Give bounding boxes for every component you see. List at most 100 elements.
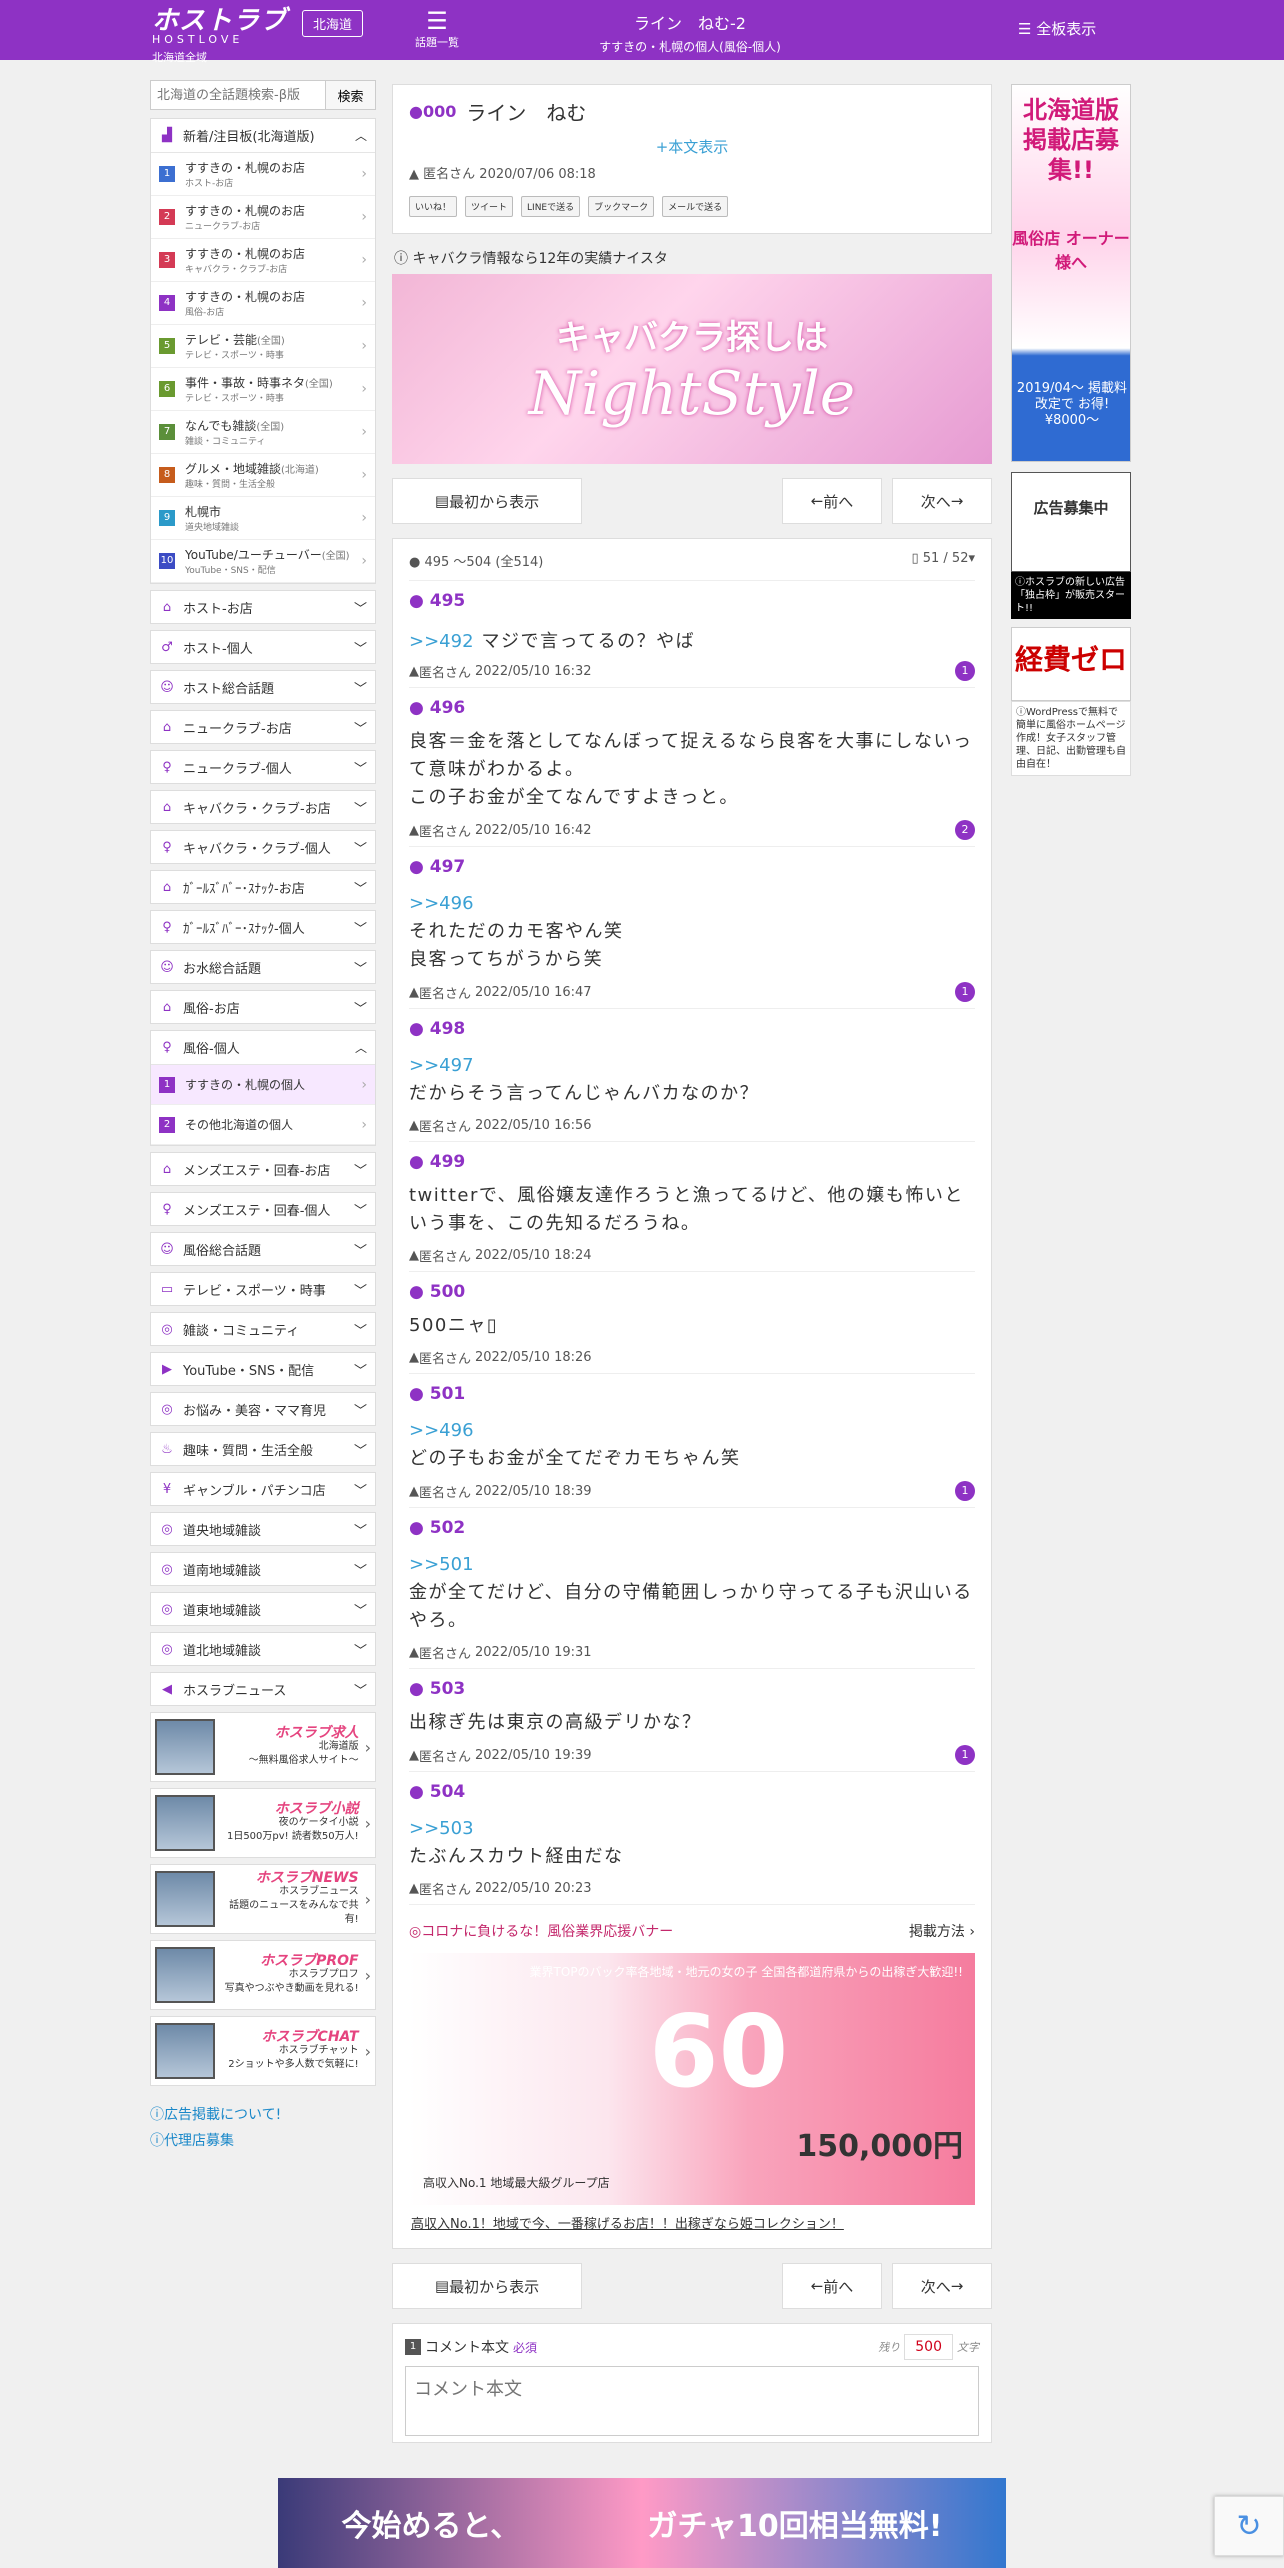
all-boards-button[interactable]: ☰ 全板表示 <box>1018 18 1096 39</box>
tweet-button[interactable]: ツイート <box>465 196 514 217</box>
reply-count-badge[interactable]: 2 <box>955 820 975 840</box>
thread-number: ●000 <box>409 102 457 121</box>
reply-count-badge[interactable]: 1 <box>955 1745 975 1765</box>
board-number: 1 <box>159 1076 175 1093</box>
region-button[interactable]: 北海道 <box>302 10 364 37</box>
board-item[interactable]: 2 すすきの・札幌のお店 ニュークラブ-お店 › <box>151 196 375 239</box>
board-item[interactable]: 4 すすきの・札幌のお店 風俗-お店 › <box>151 282 375 325</box>
anchor-link[interactable]: >>496 <box>409 893 474 914</box>
category-item[interactable]: ¥ ギャンブル・パチンコ店 ﹀ <box>150 1472 376 1506</box>
category-item[interactable]: ⌂ ｶﾞｰﾙｽﾞﾊﾞｰ･ｽﾅｯｸ-お店 ﹀ <box>150 870 376 904</box>
pr-howto-link[interactable]: 掲載方法 › <box>909 1921 975 1941</box>
category-item[interactable]: ♂ ホスト-個人 ﹀ <box>150 630 376 664</box>
category-item[interactable]: ▭ テレビ・スポーツ・時事 ﹀ <box>150 1272 376 1306</box>
category-item[interactable]: ☺ 風俗総合話題 ﹀ <box>150 1232 376 1266</box>
new-boards-header[interactable]: ▟ 新着/注目板(北海道版) ︿ <box>151 119 375 153</box>
search-form: 検索 <box>150 80 376 110</box>
next-page-button[interactable]: 次へ → <box>892 478 992 524</box>
category-item[interactable]: ♀ ｶﾞｰﾙｽﾞﾊﾞｰ･ｽﾅｯｸ-個人 ﹀ <box>150 910 376 944</box>
reply-count-badge[interactable]: 1 <box>955 1481 975 1501</box>
chat-icon: ◎ <box>161 1321 173 1337</box>
board-item[interactable]: 7 なんでも雑談(全国) 雑談・コミュニティ › <box>151 411 375 454</box>
person-icon: ♀ <box>162 759 172 775</box>
chevron-down-icon: ﹀ <box>353 641 367 657</box>
homepage-ad[interactable]: 経費ゼロ <box>1011 627 1131 701</box>
board-item[interactable]: 2 その他北海道の個人 › <box>151 1105 375 1145</box>
pr-banner[interactable]: 業界TOPのバック率各地域・地元の女の子 全国各都道府県からの出稼ぎ大歓迎!! … <box>409 1953 975 2205</box>
category-item[interactable]: ⌂ 風俗-お店 ﹀ <box>150 990 376 1024</box>
category-item[interactable]: ◎ 雑談・コミュニティ ﹀ <box>150 1312 376 1346</box>
category-item[interactable]: ♨ 趣味・質問・生活全般 ﹀ <box>150 1432 376 1466</box>
category-item[interactable]: ◀ ホスラブニュース ﹀ <box>150 1672 376 1706</box>
recaptcha-badge[interactable]: ↻ <box>1214 2496 1284 2556</box>
service-text: ホスラブNEWS ホスラブニュース 話題のニュースをみんなで共有! <box>221 1871 359 1927</box>
category-item[interactable]: ♀ メンズエステ・回春-個人 ﹀ <box>150 1192 376 1226</box>
category-item[interactable]: ◎ 道東地域雑談 ﹀ <box>150 1592 376 1626</box>
service-line2: 2ショットや多人数で気軽に! <box>228 2059 359 2070</box>
nightstyle-banner[interactable]: キャバクラ探しは NightStyle <box>392 274 992 464</box>
category-item[interactable]: ☺ ホスト総合話題 ﹀ <box>150 670 376 704</box>
service-link[interactable]: ホスラブNEWS ホスラブニュース 話題のニュースをみんなで共有! › <box>150 1864 376 1934</box>
board-item[interactable]: 1 すすきの・札幌の個人 › <box>151 1065 375 1105</box>
next-page-button-bottom[interactable]: 次へ → <box>892 2263 992 2309</box>
search-input[interactable] <box>150 80 326 110</box>
category-item[interactable]: ⌂ ニュークラブ-お店 ﹀ <box>150 710 376 744</box>
fuzoku-kojin-header[interactable]: ♀ 風俗-個人 ︿ <box>151 1031 375 1065</box>
site-logo[interactable]: ホストラブ HOSTLOVE 北海道全域 <box>152 8 287 65</box>
page-selector[interactable]: ▯ 51 / 52▾ <box>911 551 975 570</box>
prev-page-button-bottom[interactable]: ← 前へ <box>782 2263 882 2309</box>
category-item[interactable]: ◎ 道北地域雑談 ﹀ <box>150 1632 376 1666</box>
board-item[interactable]: 5 テレビ・芸能(全国) テレビ・スポーツ・時事 › <box>151 325 375 368</box>
ad-info-link[interactable]: ⓘ広告掲載について! <box>150 2102 376 2128</box>
category-item[interactable]: ▶ YouTube・SNS・配信 ﹀ <box>150 1352 376 1386</box>
category-item[interactable]: ⌂ メンズエステ・回春-お店 ﹀ <box>150 1152 376 1186</box>
first-page-button-bottom[interactable]: ▤ 最初から表示 <box>392 2263 582 2309</box>
category-item[interactable]: ◎ 道央地域雑談 ﹀ <box>150 1512 376 1546</box>
chevron-up-icon: ︿ <box>354 1041 367 1055</box>
board-item[interactable]: 6 事件・事故・時事ネタ(全国) テレビ・スポーツ・時事 › <box>151 368 375 411</box>
category-item[interactable]: ◎ お悩み・美容・ママ育児 ﹀ <box>150 1392 376 1426</box>
bottom-game-ad[interactable]: 今始めると、 ガチャ10回相当無料! <box>278 2478 1006 2568</box>
chevron-down-icon: ﹀ <box>353 1683 367 1699</box>
mail-button[interactable]: メールで送る <box>662 196 729 217</box>
facebook-like-button[interactable]: いいね！ <box>409 196 458 217</box>
search-button[interactable]: 検索 <box>326 80 376 110</box>
category-item[interactable]: ⌂ キャバクラ・クラブ-お店 ﹀ <box>150 790 376 824</box>
comment-textarea[interactable] <box>405 2366 979 2436</box>
first-page-button[interactable]: ▤ 最初から表示 <box>392 478 582 524</box>
anchor-link[interactable]: >>496 <box>409 1420 474 1441</box>
anchor-link[interactable]: >>497 <box>409 1055 474 1076</box>
category-item[interactable]: ♀ キャバクラ・クラブ-個人 ﹀ <box>150 830 376 864</box>
show-body-link[interactable]: +本文表示 <box>409 136 975 157</box>
service-link[interactable]: ホスラブPROF ホスラブプロフ 写真やつぶやき動画を見れる! › <box>150 1940 376 2010</box>
service-link[interactable]: ホスラブCHAT ホスラブチャット 2ショットや多人数で気軽に! › <box>150 2016 376 2086</box>
category-item[interactable]: ⌂ ホスト-お店 ﹀ <box>150 590 376 624</box>
board-item[interactable]: 9 札幌市 道央地域雑談 › <box>151 497 375 540</box>
reply-count-badge[interactable]: 1 <box>955 982 975 1002</box>
board-item[interactable]: 1 すすきの・札幌のお店 ホスト-お店 › <box>151 153 375 196</box>
pr-link[interactable]: 高収入No.1！地域で今、一番稼げるお店！！出稼ぎなら姫コレクション！ <box>409 2205 975 2244</box>
category-item[interactable]: ☺ お水総合話題 ﹀ <box>150 950 376 984</box>
agency-link[interactable]: ⓘ代理店募集 <box>150 2128 376 2154</box>
board-item[interactable]: 3 すすきの・札幌のお店 キャバクラ・クラブ-お店 › <box>151 239 375 282</box>
recruit-ad[interactable]: 北海道版掲載店募集!! 風俗店 オーナー様へ 2019/04〜 掲載料改定で お… <box>1011 84 1131 462</box>
category-item[interactable]: ◎ 道南地域雑談 ﹀ <box>150 1552 376 1586</box>
anchor-link[interactable]: >>492 <box>409 631 474 652</box>
board-item[interactable]: 10 YouTube/ユーチューバー(全国) YouTube・SNS・配信 › <box>151 540 375 583</box>
exclusive-ad[interactable]: 広告募集中 <box>1011 472 1131 572</box>
post-number: ● 500 <box>409 1282 975 1302</box>
service-link[interactable]: ホスラブ求人 北海道版 〜無料風俗求人サイト〜 › <box>150 1712 376 1782</box>
prev-page-button[interactable]: ← 前へ <box>782 478 882 524</box>
line-button[interactable]: LINEで送る <box>521 196 581 217</box>
user-icon: ▲ <box>409 1118 419 1133</box>
anchor-link[interactable]: >>503 <box>409 1818 474 1839</box>
reply-count-badge[interactable]: 1 <box>955 661 975 681</box>
topics-list-button[interactable]: ☰ 話題一覧 <box>412 8 462 50</box>
bookmark-button[interactable]: ブックマーク <box>588 196 655 217</box>
board-item[interactable]: 8 グルメ・地域雑談(北海道) 趣味・質問・生活全般 › <box>151 454 375 497</box>
category-item[interactable]: ♀ ニュークラブ-個人 ﹀ <box>150 750 376 784</box>
post-number: ● 496 <box>409 698 975 718</box>
comment-icon: ● <box>409 591 430 611</box>
service-link[interactable]: ホスラブ小説 夜のケータイ小説 1日500万pv! 読者数50万人! › <box>150 1788 376 1858</box>
anchor-link[interactable]: >>501 <box>409 1554 474 1575</box>
